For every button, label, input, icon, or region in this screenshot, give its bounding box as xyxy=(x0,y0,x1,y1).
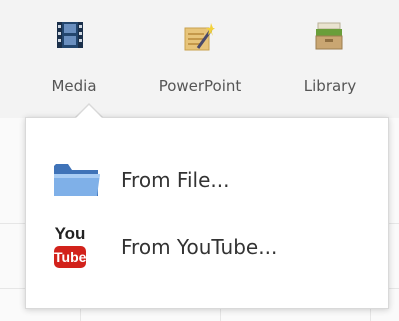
menu-item-from-file-label: From File... xyxy=(121,168,230,192)
film-strip-icon xyxy=(57,22,83,48)
folder-icon xyxy=(54,164,100,196)
toolbar-item-powerpoint-label: PowerPoint xyxy=(158,77,242,95)
toolbar-item-media-label: Media xyxy=(51,77,97,95)
youtube-icon-you: You xyxy=(54,224,86,243)
youtube-icon: You Tube xyxy=(51,224,89,272)
menu-item-from-youtube-label: From YouTube... xyxy=(121,235,278,259)
toolbar: Media PowerPoint Library xyxy=(0,0,399,118)
toolbar-item-library-label: Library xyxy=(303,77,357,95)
library-box-icon xyxy=(315,22,343,50)
media-dropdown-menu: From File... From YouTube... xyxy=(25,117,389,309)
youtube-icon-tube: Tube xyxy=(54,246,86,268)
dropdown-caret-inner xyxy=(75,105,103,119)
powerpoint-wand-icon xyxy=(184,23,215,51)
